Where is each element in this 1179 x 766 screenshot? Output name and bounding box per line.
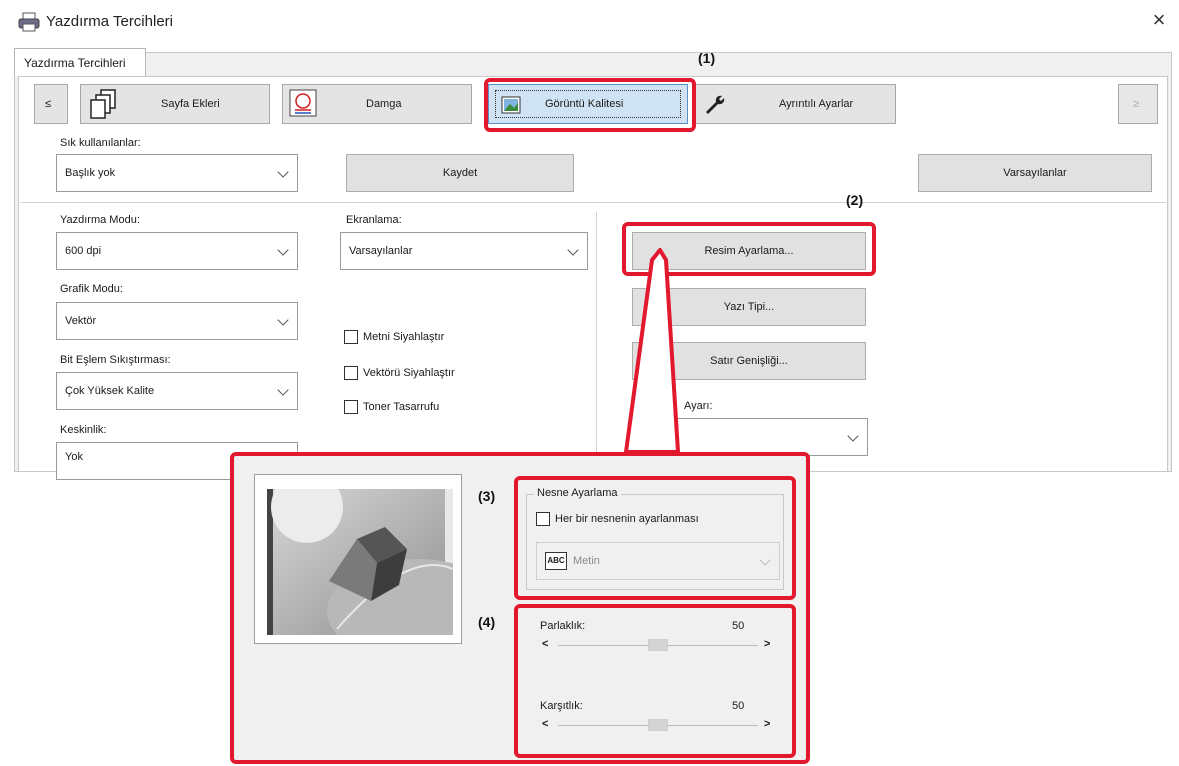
callout-connector <box>624 248 680 454</box>
tab-scroll-right-button[interactable]: ≥ <box>1118 84 1158 124</box>
chevron-down-icon <box>277 384 289 396</box>
tab-label: Ayrıntılı Ayarlar <box>779 98 854 110</box>
sharpness-value: Yok <box>65 451 83 463</box>
tab-content-panel <box>18 76 1168 472</box>
abc-icon: ABC <box>545 552 567 570</box>
blacken-vector-checkbox[interactable]: Vektörü Siyahlaştır <box>344 366 544 382</box>
favorites-select[interactable]: Başlık yok <box>56 154 298 192</box>
callout-4: (4) <box>478 614 496 630</box>
printer-icon <box>18 12 40 32</box>
blacken-text-checkbox[interactable]: Metni Siyahlaştır <box>344 330 544 346</box>
favorites-label: Sık kullanılanlar: <box>60 137 141 149</box>
contrast-increase-icon[interactable]: > <box>764 718 770 730</box>
checkbox-label: Her bir nesnenin ayarlanması <box>555 513 699 525</box>
contrast-label: Karşıtlık: <box>540 700 583 712</box>
close-icon[interactable]: × <box>1146 8 1172 34</box>
checkbox-box[interactable] <box>344 400 358 414</box>
vertical-divider <box>596 212 597 468</box>
pages-icon <box>90 89 116 119</box>
bitmap-compression-value: Çok Yüksek Kalite <box>65 385 155 397</box>
save-button[interactable]: Kaydet <box>346 154 574 192</box>
chevron-down-icon <box>277 314 289 326</box>
title-bar: Yazdırma Tercihleri × <box>0 0 1179 44</box>
window-title: Yazdırma Tercihleri <box>46 13 173 30</box>
tab-label: Sayfa Ekleri <box>161 98 220 110</box>
checkbox-box[interactable] <box>344 330 358 344</box>
brightness-decrease-icon[interactable]: < <box>542 638 548 650</box>
object-type-value: Metin <box>573 555 600 567</box>
checkbox-box[interactable] <box>536 512 550 526</box>
tab-scroll-left-button[interactable]: ≤ <box>34 84 68 124</box>
contrast-value: 50 <box>732 700 745 712</box>
bitmap-compression-label: Bit Eşlem Sıkıştırması: <box>60 354 171 366</box>
callout-1: (1) <box>698 50 716 66</box>
brightness-value: 50 <box>732 620 745 632</box>
checkbox-label: Vektörü Siyahlaştır <box>363 367 455 379</box>
preview-image <box>267 489 453 635</box>
highlight-box-1 <box>484 78 696 132</box>
scroll-left-icon: ≤ <box>45 98 52 110</box>
callout-3: (3) <box>478 488 496 504</box>
scroll-right-icon: ≥ <box>1133 98 1140 110</box>
checkbox-box[interactable] <box>344 366 358 380</box>
chevron-down-icon <box>847 430 859 442</box>
tab-stamp[interactable]: Damga <box>282 84 472 124</box>
brightness-slider-thumb[interactable] <box>648 639 668 651</box>
tab-label: Damga <box>366 98 402 110</box>
toner-save-checkbox[interactable]: Toner Tasarrufu <box>344 400 544 416</box>
per-object-checkbox[interactable]: Her bir nesnenin ayarlanması <box>536 512 756 528</box>
brightness-label: Parlaklık: <box>540 620 586 632</box>
chevron-down-icon <box>277 244 289 256</box>
sharpness-label: Keskinlik: <box>60 424 107 436</box>
defaults-button[interactable]: Varsayılanlar <box>918 154 1152 192</box>
bitmap-compression-select[interactable]: Çok Yüksek Kalite <box>56 372 298 410</box>
callout-2: (2) <box>846 192 864 208</box>
brightness-increase-icon[interactable]: > <box>764 638 770 650</box>
divider <box>20 202 1166 203</box>
contrast-slider-thumb[interactable] <box>648 719 668 731</box>
screening-label: Ekranlama: <box>346 214 402 226</box>
favorites-value: Başlık yok <box>65 167 116 179</box>
contrast-decrease-icon[interactable]: < <box>542 718 548 730</box>
wrench-icon <box>706 95 725 114</box>
checkbox-label: Toner Tasarrufu <box>363 401 440 413</box>
screening-value: Varsayılanlar <box>349 245 413 257</box>
print-mode-select[interactable]: 600 dpi <box>56 232 298 270</box>
graphics-mode-select[interactable]: Vektör <box>56 302 298 340</box>
object-adjust-title: Nesne Ayarlama <box>534 487 621 499</box>
tab-print-preferences[interactable]: Yazdırma Tercihleri <box>14 48 146 76</box>
image-preview <box>254 474 462 644</box>
tab-advanced-settings[interactable]: Ayrıntılı Ayarlar <box>692 84 896 124</box>
chevron-down-icon <box>759 554 771 566</box>
object-type-select[interactable]: ABC Metin <box>536 542 780 580</box>
chevron-down-icon <box>567 244 579 256</box>
graphics-mode-value: Vektör <box>65 315 97 327</box>
graphics-mode-label: Grafik Modu: <box>60 283 123 295</box>
image-adjust-popup: (3) Nesne Ayarlama Her bir nesnenin ayar… <box>230 452 810 764</box>
stamp-icon <box>289 89 317 117</box>
checkbox-label: Metni Siyahlaştır <box>363 331 445 343</box>
print-mode-value: 600 dpi <box>65 245 102 257</box>
print-mode-label: Yazdırma Modu: <box>60 214 140 226</box>
screening-select[interactable]: Varsayılanlar <box>340 232 588 270</box>
tab-page-additions[interactable]: Sayfa Ekleri <box>80 84 270 124</box>
chevron-down-icon <box>277 166 289 178</box>
